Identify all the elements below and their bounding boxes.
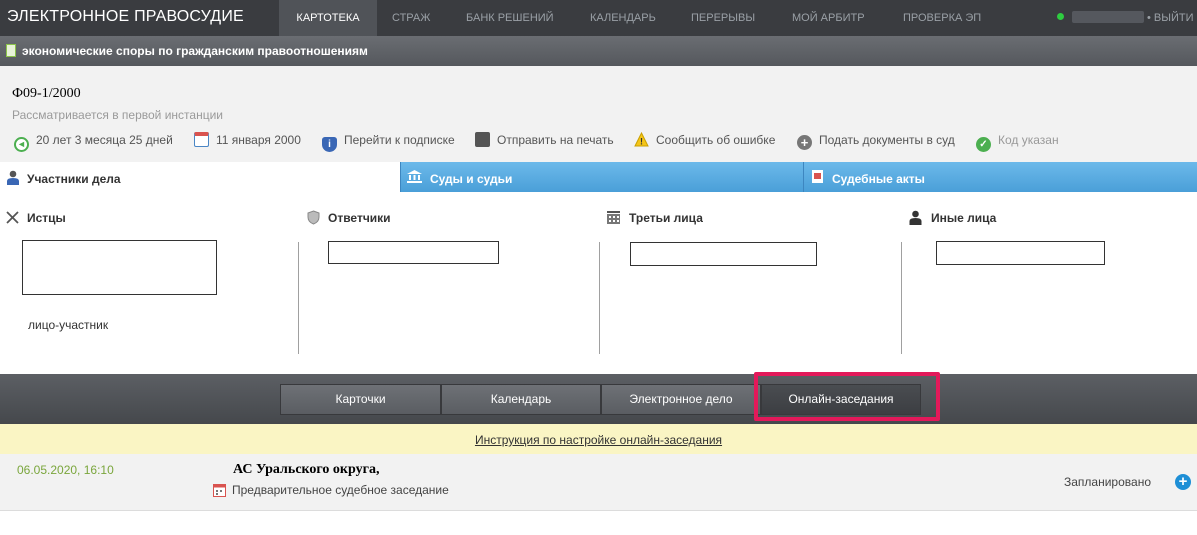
crossed-swords-icon [6, 211, 19, 224]
nav-proverka-ep[interactable]: ПРОВЕРКА ЭП [903, 0, 981, 36]
calendar-icon [194, 132, 209, 147]
person-icon [909, 210, 922, 225]
case-date: 11 января 2000 [216, 133, 301, 147]
session-type-label: Предварительное судебное заседание [232, 483, 449, 497]
case-category: экономические споры по гражданским право… [22, 44, 368, 58]
third-party-name-redacted[interactable] [630, 242, 817, 266]
case-number: Ф09-1/2000 [12, 86, 81, 101]
plus-circle-icon: + [797, 135, 812, 150]
plaintiffs-title: Истцы [27, 211, 66, 225]
tab-courts-label[interactable]: Суды и судьи [430, 172, 512, 186]
pdf-icon [812, 170, 823, 183]
nav-strazh[interactable]: СТРАЖ [392, 0, 430, 36]
duration-item: ◄ 20 лет 3 месяца 25 дней [14, 132, 173, 152]
other-party-name-redacted[interactable] [936, 241, 1105, 265]
case-tabs: Участники дела Суды и судьи Судебные акт… [0, 162, 1197, 194]
online-status-icon [1057, 13, 1064, 20]
person-icon [7, 170, 19, 185]
instruction-link[interactable]: Инструкция по настройке онлайн-заседания [475, 433, 722, 447]
code-item: ✓ Код указан [976, 132, 1059, 152]
calendar-icon [213, 484, 226, 497]
instruction-bar: Инструкция по настройке онлайн-заседания [0, 424, 1197, 454]
session-type: Предварительное судебное заседание [213, 483, 449, 497]
document-icon [6, 44, 16, 57]
code-label: Код указан [998, 133, 1059, 147]
case-header: Ф09-1/2000 Рассматривается в первой инст… [0, 66, 1197, 162]
shield-icon: i [322, 137, 337, 152]
case-status: Рассматривается в первой инстанции [12, 108, 223, 122]
cards-button[interactable]: Карточки [280, 384, 441, 415]
defendant-name-redacted[interactable] [328, 241, 499, 264]
case-actions-bar: Карточки Календарь Электронное дело Онла… [0, 374, 1197, 424]
top-nav-bar: ЭЛЕКТРОННОЕ ПРАВОСУДИЕ КАРТОТЕКА СТРАЖ Б… [0, 0, 1197, 36]
nav-pereryvy[interactable]: ПЕРЕРЫВЫ [691, 0, 755, 36]
nav-bank-resheniy[interactable]: БАНК РЕШЕНИЙ [466, 0, 554, 36]
nav-kartoteka[interactable]: КАРТОТЕКА [279, 0, 377, 36]
highlight-frame [754, 372, 940, 421]
divider [599, 242, 600, 354]
plaintiff-name-redacted[interactable] [22, 240, 217, 295]
session-status: Запланировано [1064, 475, 1151, 489]
third-parties-title: Третьи лица [629, 211, 703, 225]
print-link[interactable]: Отправить на печать [475, 132, 614, 148]
session-row: 06.05.2020, 16:10 АС Уральского округа, … [0, 454, 1197, 511]
check-circle-icon: ✓ [976, 137, 991, 152]
courthouse-icon [407, 170, 422, 183]
printer-icon [475, 132, 490, 147]
subscribe-link[interactable]: i Перейти к подписке [322, 132, 455, 152]
clock-arrow-icon: ◄ [14, 137, 29, 152]
submit-label[interactable]: Подать документы в суд [819, 133, 955, 147]
print-label[interactable]: Отправить на печать [497, 133, 614, 147]
category-bar: экономические споры по гражданским право… [0, 36, 1197, 66]
user-name-redacted [1072, 11, 1144, 23]
submit-docs-link[interactable]: + Подать документы в суд [797, 132, 955, 150]
nav-calendar[interactable]: КАЛЕНДАРЬ [590, 0, 656, 36]
session-datetime: 06.05.2020, 16:10 [17, 463, 114, 477]
svg-text:!: ! [640, 137, 643, 147]
expand-plus-icon[interactable]: + [1175, 474, 1191, 490]
plaintiff-role: лицо-участник [28, 318, 109, 332]
divider [298, 242, 299, 354]
tab-participants-label[interactable]: Участники дела [27, 172, 121, 186]
tab-acts[interactable]: Судебные акты [803, 162, 1197, 192]
site-brand[interactable]: ЭЛЕКТРОННОЕ ПРАВОСУДИЕ [7, 8, 244, 26]
warning-icon: ! [634, 131, 649, 147]
tab-courts[interactable]: Суды и судьи [400, 162, 803, 192]
calendar-button[interactable]: Календарь [441, 384, 601, 415]
duration-text: 20 лет 3 месяца 25 дней [36, 133, 173, 147]
date-item: 11 января 2000 [194, 132, 301, 148]
logout-link[interactable]: • ВЫЙТИ [1147, 0, 1194, 36]
tab-acts-label[interactable]: Судебные акты [832, 172, 925, 186]
subscribe-label[interactable]: Перейти к подписке [344, 133, 455, 147]
nav-moy-arbitr[interactable]: МОЙ АРБИТР [792, 0, 865, 36]
defendants-title: Ответчики [328, 211, 391, 225]
divider [901, 242, 902, 354]
session-court: АС Уральского округа, [233, 462, 380, 477]
other-parties-title: Иные лица [931, 211, 997, 225]
electronic-case-button[interactable]: Электронное дело [601, 384, 761, 415]
report-error-link[interactable]: ! Сообщить об ошибке [634, 131, 775, 148]
shield-icon [307, 210, 320, 225]
report-label[interactable]: Сообщить об ошибке [656, 133, 775, 147]
tab-participants[interactable]: Участники дела [0, 162, 400, 194]
participants-panel: Истцы лицо-участник Ответчики Третьи лиц… [0, 194, 1197, 374]
building-icon [607, 211, 620, 224]
